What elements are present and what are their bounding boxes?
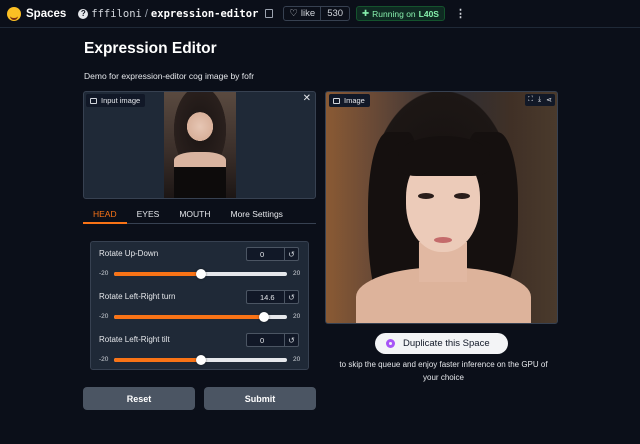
reset-value-icon[interactable]: ↺ [284,334,298,346]
status-prefix: Running on [372,8,416,19]
slider-min: -20 [99,356,109,363]
slider-handle[interactable] [195,355,206,365]
like-button[interactable]: ♡ like 530 [283,6,351,21]
output-eye-right [454,193,470,199]
thumbnail-dress [174,167,226,198]
duplicate-space-button[interactable]: Duplicate this Space [375,333,508,354]
output-eye-left [418,193,434,199]
status-badge[interactable]: ✚ Running on L40S [356,6,445,21]
repo-name-link[interactable]: expression-editor [151,8,258,20]
slider-fill [114,358,201,362]
slider-min: -20 [99,270,109,277]
output-image-label: Image [329,94,370,107]
output-image-actions: ⛶ ⤓ ⋖ [525,94,555,106]
slider-number-input[interactable]: 0 ↺ [246,247,299,261]
slider-number-input[interactable]: 14.6 ↺ [246,290,299,304]
slider-number-input[interactable]: 0 ↺ [246,333,299,347]
slider-track[interactable] [114,355,287,365]
tab-eyes[interactable]: EYES [127,205,170,224]
heart-icon: ♡ [289,8,298,19]
slider-rotate-up-down: Rotate Up-Down 0 ↺ -20 20 [91,242,310,285]
clear-image-icon[interactable]: ✕ [303,93,311,104]
head-sliders-panel: Rotate Up-Down 0 ↺ -20 20 Rotate Left-Ri… [90,241,309,370]
share-icon[interactable]: ⋖ [546,96,552,104]
slider-max: 20 [293,356,301,363]
repo-breadcrumb: ? fffiloni / expression-editor [78,7,274,20]
slider-max: 20 [293,313,301,320]
fullscreen-icon[interactable]: ⛶ [528,96,533,104]
tab-mouth[interactable]: MOUTH [169,205,220,224]
reset-value-icon[interactable]: ↺ [284,248,298,260]
slider-rotate-left-right-tilt: Rotate Left-Right tilt 0 ↺ -20 20 [91,328,310,371]
duplicate-label: Duplicate this Space [403,338,490,349]
slider-label: Rotate Left-Right turn [99,292,176,301]
top-bar: Spaces ? fffiloni / expression-editor ♡ … [0,0,640,28]
hugging-face-icon [7,6,21,21]
image-icon [333,97,340,104]
running-icon: ✚ [362,8,370,18]
more-options-icon[interactable]: ⋮ [455,7,466,20]
slider-fill [114,315,264,319]
image-icon [90,97,97,104]
page-subtitle: Demo for expression-editor cog image by … [84,71,255,81]
tab-head[interactable]: HEAD [83,205,127,224]
breadcrumb-separator: / [144,7,148,20]
slider-label: Rotate Up-Down [99,249,159,258]
input-image-panel[interactable]: Input image ✕ [83,91,316,199]
reset-value-icon[interactable]: ↺ [284,291,298,303]
output-bangs [398,136,490,176]
slider-value[interactable]: 0 [247,334,284,346]
status-hardware: L40S [418,8,439,19]
slider-track[interactable] [114,269,287,279]
input-image-label-text: Input image [101,96,141,105]
output-image-panel: Image ⛶ ⤓ ⋖ [325,91,558,324]
slider-rotate-left-right-turn: Rotate Left-Right turn 14.6 ↺ -20 20 [91,285,310,328]
duplicate-icon [386,339,395,348]
slider-fill [114,272,201,276]
tab-bar: HEAD EYES MOUTH More Settings [83,205,316,224]
copy-icon[interactable] [265,9,274,18]
slider-handle[interactable] [195,269,206,279]
spaces-logo[interactable]: Spaces [7,6,67,21]
input-image-thumbnail [164,92,236,198]
output-image-label-text: Image [344,96,365,105]
repo-owner-link[interactable]: fffiloni [91,8,142,20]
owner-avatar-icon: ? [78,8,89,19]
slider-handle[interactable] [258,312,269,322]
slider-min: -20 [99,313,109,320]
page-title: Expression Editor [84,40,217,57]
submit-button[interactable]: Submit [204,387,316,410]
slider-track[interactable] [114,312,287,322]
input-image-label: Input image [86,94,146,107]
output-lips [434,237,452,243]
slider-max: 20 [293,270,301,277]
like-label: like [300,8,316,19]
slider-label: Rotate Left-Right tilt [99,335,170,344]
duplicate-note: to skip the queue and enjoy faster infer… [339,360,548,382]
like-count[interactable]: 530 [320,7,349,20]
tab-more-settings[interactable]: More Settings [220,205,292,224]
like-label-wrap: ♡ like [284,8,320,19]
slider-value[interactable]: 14.6 [247,291,284,303]
download-icon[interactable]: ⤓ [538,96,541,104]
reset-button[interactable]: Reset [83,387,195,410]
slider-value[interactable]: 0 [247,248,284,260]
brand-label: Spaces [26,7,67,20]
